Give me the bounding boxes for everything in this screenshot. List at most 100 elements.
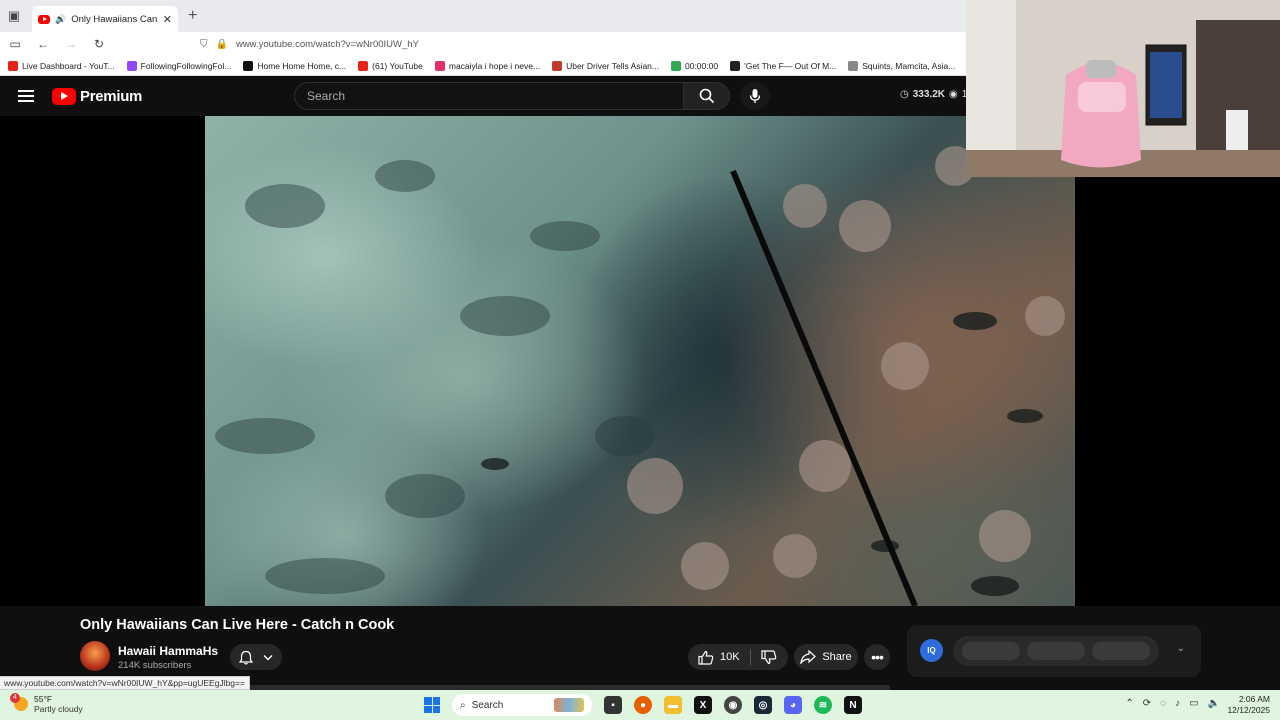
taskbar-apps: ⌕ Search ▪ ● ▬ X ◉ ◎ ◕ ≋ N bbox=[424, 694, 862, 716]
extension-chip-group bbox=[953, 636, 1159, 666]
bookmark-label: Uber Driver Tells Asian... bbox=[566, 60, 659, 71]
eye-icon: ◉ bbox=[948, 89, 958, 100]
screen: ▣ 🔊 Only Hawaiians Can Live He ✕ + ▭ ← →… bbox=[0, 0, 1280, 720]
youtube-header: Premium Search ◷ 333.2K ◉ 1 bbox=[0, 76, 967, 116]
clock[interactable]: 2:06 AM 12/12/2025 bbox=[1227, 694, 1270, 716]
notion-icon[interactable]: N bbox=[844, 696, 862, 714]
forward-icon[interactable]: → bbox=[64, 37, 78, 51]
address-bar[interactable]: ⛉ 🔒 www.youtube.com/watch?v=wNr00IUW_hY bbox=[200, 39, 419, 50]
share-button[interactable]: Share bbox=[794, 644, 858, 670]
channel-name[interactable]: Hawaii HammaHs bbox=[118, 644, 218, 658]
browser-tab-active[interactable]: 🔊 Only Hawaiians Can Live He ✕ bbox=[32, 6, 178, 32]
extension-panel: IQ ⌄ bbox=[907, 625, 1201, 677]
tray-expand-icon[interactable]: ⌃ bbox=[1125, 698, 1133, 709]
bookmark-favicon-icon bbox=[670, 60, 681, 71]
spotify-icon[interactable]: ≋ bbox=[814, 696, 832, 714]
like-dislike-group: 10K bbox=[688, 644, 788, 670]
windows-taskbar: 4 55°F Partly cloudy ⌕ Search ▪ ● ▬ X ◉ … bbox=[0, 690, 1280, 720]
youtube-logo[interactable]: Premium bbox=[52, 87, 143, 105]
new-tab-icon[interactable]: + bbox=[188, 7, 197, 25]
search-bar: Search bbox=[294, 82, 730, 110]
network-icon[interactable]: ◌ bbox=[1160, 698, 1166, 709]
speaker-icon[interactable]: 🔊 bbox=[55, 14, 66, 25]
menu-icon[interactable] bbox=[18, 90, 34, 102]
video-title: Only Hawaiians Can Live Here - Catch n C… bbox=[80, 617, 395, 633]
url-text[interactable]: www.youtube.com/watch?v=wNr00IUW_hY bbox=[236, 39, 419, 50]
volume-icon[interactable]: 🔈 bbox=[1208, 698, 1220, 709]
firefox-icon[interactable]: ● bbox=[634, 696, 652, 714]
weather-condition: Partly cloudy bbox=[34, 704, 83, 714]
bookmark-item[interactable]: 00:00:00 bbox=[670, 60, 718, 71]
share-icon bbox=[800, 650, 817, 664]
bookmark-label: Home Home Home, c... bbox=[257, 60, 347, 71]
extension-chip[interactable] bbox=[1091, 642, 1150, 660]
browser-navbar: ▭ ← → ↻ ⛉ 🔒 www.youtube.com/watch?v=wNr0… bbox=[0, 32, 966, 56]
bookmark-item[interactable]: Uber Driver Tells Asian... bbox=[552, 60, 659, 71]
bookmark-label: Live Dashboard - YouT... bbox=[22, 60, 115, 71]
youtube-logo-text: Premium bbox=[80, 87, 143, 105]
extension-chip[interactable] bbox=[1026, 642, 1085, 660]
bookmark-favicon-icon bbox=[434, 60, 445, 71]
more-actions-button[interactable]: ••• bbox=[864, 644, 890, 670]
bookmark-favicon-icon bbox=[552, 60, 563, 71]
extension-chip[interactable] bbox=[962, 642, 1021, 660]
x-app-icon[interactable]: X bbox=[694, 696, 712, 714]
bookmark-item[interactable]: macaiyla i hope i neve... bbox=[434, 60, 540, 71]
video-frame[interactable] bbox=[205, 116, 1075, 606]
sync-icon[interactable]: ⟳ bbox=[1143, 698, 1151, 709]
shield-icon[interactable]: ⛉ bbox=[200, 39, 208, 50]
search-icon bbox=[699, 88, 714, 104]
like-button[interactable]: 10K bbox=[688, 644, 750, 670]
status-bar-url: www.youtube.com/watch?v=wNr00IUW_hY&pp=u… bbox=[0, 676, 250, 690]
bookmark-favicon-icon bbox=[126, 60, 137, 71]
tab-actions-icon[interactable]: ▣ bbox=[0, 0, 28, 32]
youtube-favicon-icon bbox=[38, 14, 50, 24]
reload-icon[interactable]: ↻ bbox=[92, 37, 106, 51]
taskbar-search-label: Search bbox=[471, 699, 504, 711]
webcam-image bbox=[966, 0, 1280, 177]
obs-icon[interactable]: ◉ bbox=[724, 696, 742, 714]
back-icon[interactable]: ← bbox=[36, 37, 50, 51]
video-player[interactable] bbox=[0, 116, 1280, 606]
extension-expand-icon[interactable]: ⌄ bbox=[1177, 643, 1185, 654]
bookmark-label: (61) YouTube bbox=[372, 60, 423, 71]
task-view-icon[interactable]: ▪ bbox=[604, 696, 622, 714]
bookmark-item[interactable]: Squints, Mamcita, Asia... bbox=[848, 60, 955, 71]
bookmark-favicon-icon bbox=[358, 60, 369, 71]
bookmark-item[interactable]: Live Dashboard - YouT... bbox=[8, 60, 115, 71]
bookmark-item[interactable]: Home Home Home, c... bbox=[243, 60, 347, 71]
search-button[interactable] bbox=[684, 82, 730, 110]
lock-icon[interactable]: 🔒 bbox=[216, 39, 228, 50]
channel-avatar[interactable] bbox=[80, 641, 110, 671]
notification-bell-button[interactable] bbox=[230, 644, 282, 670]
tab-close-icon[interactable]: ✕ bbox=[163, 13, 172, 26]
display-icon[interactable]: ▭ bbox=[1189, 698, 1198, 709]
more-icon: ••• bbox=[871, 649, 884, 665]
bookmark-favicon-icon bbox=[848, 60, 859, 71]
taskbar-search-icon: ⌕ bbox=[460, 699, 466, 711]
weather-widget[interactable]: 4 55°F Partly cloudy bbox=[10, 693, 83, 714]
sidebar-toggle-icon[interactable]: ▭ bbox=[8, 37, 22, 51]
clock-date: 12/12/2025 bbox=[1227, 705, 1270, 715]
weather-badge: 4 bbox=[10, 693, 20, 703]
bookmark-favicon-icon bbox=[8, 60, 18, 71]
bookmark-favicon-icon bbox=[730, 60, 741, 71]
steam-icon[interactable]: ◎ bbox=[754, 696, 772, 714]
clock-time: 2:06 AM bbox=[1238, 694, 1270, 704]
search-input[interactable]: Search bbox=[294, 82, 684, 110]
dislike-button[interactable] bbox=[751, 644, 787, 670]
discord-icon[interactable]: ◕ bbox=[784, 696, 802, 714]
subscriber-count: 214K subscribers bbox=[118, 660, 192, 671]
bookmark-item[interactable]: FollowingFollowingFol... bbox=[126, 60, 232, 71]
taskbar-search[interactable]: ⌕ Search bbox=[452, 694, 592, 716]
clock-icon: ◷ bbox=[900, 89, 909, 100]
bookmark-label: FollowingFollowingFol... bbox=[140, 60, 232, 71]
bookmark-item[interactable]: 'Get The F— Out Of M... bbox=[730, 60, 836, 71]
bookmark-item[interactable]: (61) YouTube bbox=[358, 60, 423, 71]
windows-start-icon[interactable] bbox=[424, 697, 440, 713]
mic-tray-icon[interactable]: ♪ bbox=[1175, 698, 1180, 709]
extension-badge[interactable]: IQ bbox=[920, 639, 943, 662]
file-explorer-icon[interactable]: ▬ bbox=[664, 696, 682, 714]
video-content-image bbox=[215, 146, 1065, 606]
voice-search-button[interactable] bbox=[740, 82, 770, 110]
